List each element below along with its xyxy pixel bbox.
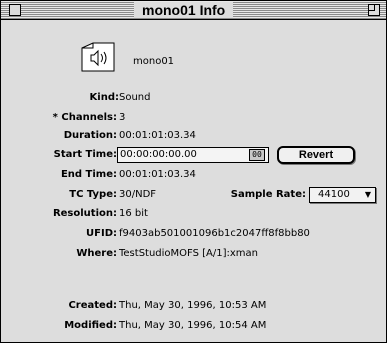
duration-label: Duration:: [63, 130, 117, 141]
resolution-label-row: Resolution:: [1, 207, 117, 221]
modified-label: Modified:: [64, 320, 117, 331]
start-time-value: 00:00:00:00.00: [120, 149, 197, 160]
end-time-label-row: End Time:: [1, 168, 117, 182]
sample-rate-label: Sample Rate:: [230, 189, 306, 200]
resolution-value: 16 bit: [119, 208, 148, 219]
sample-rate-value: 44100: [318, 189, 350, 200]
channels-label: * Channels:: [52, 112, 117, 123]
kind-value: Sound: [119, 92, 151, 103]
created-label-row: Created:: [1, 299, 117, 313]
chevron-down-icon: ▼: [364, 190, 371, 199]
end-time-label: End Time:: [60, 169, 117, 180]
timecode-button[interactable]: 00: [249, 149, 265, 161]
resolution-label: Resolution:: [52, 208, 117, 219]
title-bar[interactable]: mono01 Info: [1, 1, 386, 20]
info-window: mono01 Info mono01 Kind: Sound * Channel…: [0, 0, 387, 343]
ufid-label-row: UFID:: [1, 227, 117, 241]
duration-value: 00:01:01:03.34: [119, 130, 196, 141]
created-label: Created:: [68, 300, 117, 311]
created-value: Thu, May 30, 1996, 10:53 AM: [119, 300, 267, 311]
where-label-row: Where:: [1, 247, 117, 261]
sample-rate-label-row: Sample Rate:: [1, 188, 306, 202]
ufid-value: f9403ab501001096b1c2047ff8f8bb80: [119, 228, 310, 239]
close-box[interactable]: [9, 4, 21, 16]
where-value: TestStudioMOFS [A/1]:xman: [119, 248, 259, 259]
start-time-input[interactable]: 00:00:00:00.00: [117, 147, 269, 163]
modified-label-row: Modified:: [1, 319, 117, 333]
start-time-label: Start Time:: [53, 149, 117, 160]
zoom-box[interactable]: [368, 4, 380, 16]
window-title: mono01 Info: [134, 2, 234, 18]
where-label: Where:: [76, 248, 117, 259]
modified-value: Thu, May 30, 1996, 10:54 AM: [119, 320, 267, 331]
start-time-label-row: Start Time:: [1, 148, 117, 162]
channels-value: 3: [119, 112, 126, 123]
revert-button-label: Revert: [298, 149, 334, 161]
sample-rate-select[interactable]: 44100 ▼: [309, 187, 376, 203]
end-time-value: 00:01:01:03.34: [119, 169, 196, 180]
kind-label: Kind:: [89, 92, 119, 103]
speaker-file-icon: [81, 42, 115, 72]
duration-label-row: Duration:: [1, 129, 117, 143]
channels-label-row: * Channels:: [1, 111, 117, 125]
ufid-label: UFID:: [86, 228, 117, 239]
kind-label-row: Kind:: [1, 91, 119, 105]
file-name: mono01: [133, 56, 175, 67]
revert-button[interactable]: Revert: [277, 146, 355, 164]
